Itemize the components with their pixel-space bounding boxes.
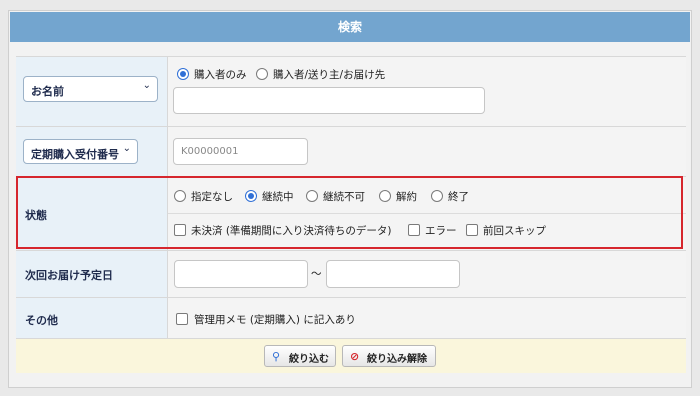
checkbox-memo[interactable]: [176, 313, 188, 325]
radio-buyer-only[interactable]: [177, 68, 189, 80]
chevron-down-icon: ⌄: [142, 80, 151, 91]
date-to-input[interactable]: [326, 260, 460, 288]
highlight-frame: [16, 176, 683, 249]
next-delivery-row: 次回お届け予定日 〜: [16, 250, 686, 297]
date-range-separator: 〜: [311, 268, 322, 280]
name-field-select[interactable]: お名前 ⌄: [23, 76, 158, 102]
name-row: お名前 ⌄ 購入者のみ 購入者/送り主/お届け先: [16, 56, 686, 126]
date-from-input[interactable]: [174, 260, 308, 288]
action-bar: ⚲ 絞り込む ⊘ 絞り込み解除: [16, 338, 686, 373]
clear-filter-button[interactable]: ⊘ 絞り込み解除: [342, 345, 436, 367]
clear-icon: ⊘: [350, 350, 360, 363]
number-field-select[interactable]: 定期購入受付番号 ⌄: [23, 139, 138, 164]
radio-buyer-sender[interactable]: [256, 68, 268, 80]
other-row: その他 管理用メモ (定期購入) に記入あり: [16, 297, 686, 338]
other-label: その他: [25, 314, 58, 327]
number-row: 定期購入受付番号 ⌄ K00000001: [16, 126, 686, 176]
search-icon: ⚲: [272, 350, 281, 363]
number-input[interactable]: K00000001: [173, 138, 308, 165]
name-input[interactable]: [173, 87, 485, 114]
next-delivery-label: 次回お届け予定日: [25, 269, 113, 282]
panel-title: 検索: [10, 12, 690, 42]
filter-button[interactable]: ⚲ 絞り込む: [264, 345, 336, 367]
chevron-down-icon: ⌄: [122, 143, 131, 154]
